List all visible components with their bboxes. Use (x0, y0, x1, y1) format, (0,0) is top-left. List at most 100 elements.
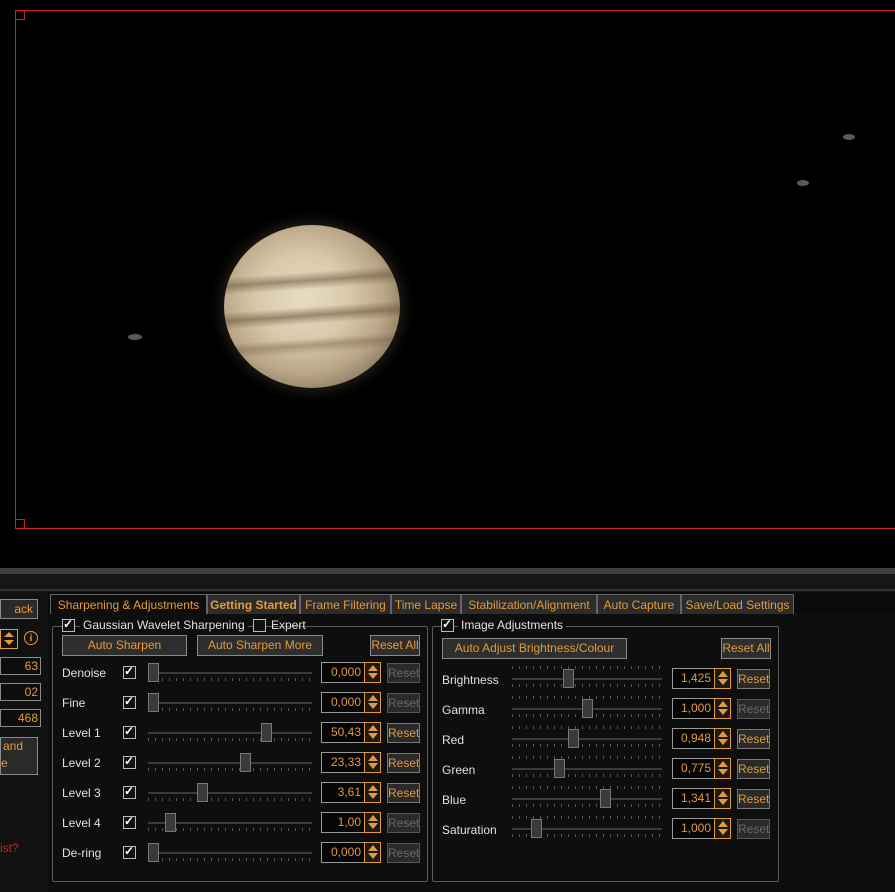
brightness-reset-button[interactable]: Reset (737, 669, 770, 689)
value-field-1[interactable]: 63 (0, 657, 41, 675)
level-4-slider-thumb[interactable] (164, 813, 176, 832)
help-link[interactable]: ist? (0, 841, 19, 855)
level-1-spin-icon[interactable] (364, 722, 381, 743)
info-icon[interactable]: i (24, 631, 38, 645)
level-1-value-field[interactable]: 50,43 (321, 722, 366, 743)
level-3-value-field[interactable]: 3,61 (321, 782, 366, 803)
saturation-reset-button[interactable]: Reset (737, 819, 770, 839)
red-slider-track (512, 738, 662, 740)
level-2-checkbox[interactable] (123, 754, 136, 769)
green-reset-button[interactable]: Reset (737, 759, 770, 779)
tab-getting-started[interactable]: Getting Started (207, 594, 300, 615)
value-field-2[interactable]: 02 (0, 683, 41, 701)
level-4-checkbox[interactable] (123, 814, 136, 829)
image-adjustments-checkbox[interactable] (441, 617, 454, 632)
level-2-slider-thumb[interactable] (239, 753, 251, 772)
blue-slider[interactable] (512, 786, 662, 808)
brightness-spin-icon[interactable] (714, 668, 731, 689)
denoise-value-field[interactable]: 0,000 (321, 662, 366, 683)
tab-frame-filtering[interactable]: Frame Filtering (300, 594, 391, 615)
saturation-slider[interactable] (512, 816, 662, 838)
level-2-slider[interactable] (148, 753, 312, 772)
level-4-reset-button[interactable]: Reset (387, 813, 420, 833)
value-field-3[interactable]: 468 (0, 709, 41, 727)
auto-adjust-button[interactable]: Auto Adjust Brightness/Colour (442, 638, 627, 659)
green-slider[interactable] (512, 756, 662, 778)
spin-arrows-icon[interactable] (0, 629, 18, 649)
tab-save-load-settings[interactable]: Save/Load Settings (681, 594, 794, 615)
band-button[interactable]: and e (0, 737, 38, 775)
gamma-spin-icon[interactable] (714, 698, 731, 719)
red-slider-thumb[interactable] (567, 729, 579, 748)
level-4-value-field[interactable]: 1,00 (321, 812, 366, 833)
denoise-reset-button[interactable]: Reset (387, 663, 420, 683)
de-ring-reset-button[interactable]: Reset (387, 843, 420, 863)
expert-checkbox[interactable] (253, 619, 266, 632)
roi-selection-rectangle[interactable] (15, 10, 895, 529)
level-4-slider[interactable] (148, 813, 312, 832)
level-1-checkbox[interactable] (123, 724, 136, 739)
gamma-slider[interactable] (512, 696, 662, 718)
level-1-reset-button[interactable]: Reset (387, 723, 420, 743)
gamma-reset-button[interactable]: Reset (737, 699, 770, 719)
denoise-checkbox[interactable] (123, 664, 136, 679)
tab-time-lapse[interactable]: Time Lapse (391, 594, 461, 615)
gamma-slider-thumb[interactable] (581, 699, 593, 718)
de-ring-slider-thumb[interactable] (148, 843, 159, 862)
tab-sharpening-adjustments[interactable]: Sharpening & Adjustments (50, 594, 207, 615)
green-value-field[interactable]: 0,775 (672, 758, 716, 779)
brightness-slider[interactable] (512, 666, 662, 688)
level-1-slider-thumb[interactable] (261, 723, 273, 742)
level-3-slider[interactable] (148, 783, 312, 802)
blue-slider-thumb[interactable] (599, 789, 611, 808)
adjustments-reset-all-button[interactable]: Reset All (721, 638, 771, 659)
red-spin-icon[interactable] (714, 728, 731, 749)
denoise-spin-icon[interactable] (364, 662, 381, 683)
level-3-spin-icon[interactable] (364, 782, 381, 803)
brightness-slider-thumb[interactable] (563, 669, 575, 688)
level-2-spin-icon[interactable] (364, 752, 381, 773)
level-3-reset-button[interactable]: Reset (387, 783, 420, 803)
brightness-value-field[interactable]: 1,425 (672, 668, 716, 689)
fine-reset-button[interactable]: Reset (387, 693, 420, 713)
fine-checkbox[interactable] (123, 694, 136, 709)
de-ring-spin-icon[interactable] (364, 842, 381, 863)
red-slider[interactable] (512, 726, 662, 748)
denoise-slider-thumb[interactable] (148, 663, 159, 682)
tab-auto-capture[interactable]: Auto Capture (597, 594, 681, 615)
level-3-slider-thumb[interactable] (196, 783, 208, 802)
level-1-slider[interactable] (148, 723, 312, 742)
image-viewer[interactable] (0, 0, 895, 568)
back-button[interactable]: ack (0, 599, 38, 619)
gaussian-sharpening-checkbox[interactable] (62, 617, 75, 632)
sharpening-reset-all-button[interactable]: Reset All (370, 635, 420, 656)
level-3-checkbox[interactable] (123, 784, 136, 799)
de-ring-checkbox[interactable] (123, 844, 136, 859)
auto-sharpen-button[interactable]: Auto Sharpen (62, 635, 187, 656)
level-2-reset-button[interactable]: Reset (387, 753, 420, 773)
auto-sharpen-more-button[interactable]: Auto Sharpen More (197, 635, 323, 656)
red-value-field[interactable]: 0,948 (672, 728, 716, 749)
gamma-value-field[interactable]: 1,000 (672, 698, 716, 719)
blue-reset-button[interactable]: Reset (737, 789, 770, 809)
de-ring-value-field[interactable]: 0,000 (321, 842, 366, 863)
saturation-slider-thumb[interactable] (531, 819, 543, 838)
fine-value-field[interactable]: 0,000 (321, 692, 366, 713)
green-slider-thumb[interactable] (553, 759, 565, 778)
saturation-value-field[interactable]: 1,000 (672, 818, 716, 839)
denoise-slider[interactable] (148, 663, 312, 682)
roi-handle-top-left[interactable] (15, 10, 25, 20)
fine-spin-icon[interactable] (364, 692, 381, 713)
red-reset-button[interactable]: Reset (737, 729, 770, 749)
de-ring-slider[interactable] (148, 843, 312, 862)
saturation-spin-icon[interactable] (714, 818, 731, 839)
blue-value-field[interactable]: 1,341 (672, 788, 716, 809)
blue-spin-icon[interactable] (714, 788, 731, 809)
green-spin-icon[interactable] (714, 758, 731, 779)
tab-stabilization-alignment[interactable]: Stabilization/Alignment (461, 594, 597, 615)
level-4-spin-icon[interactable] (364, 812, 381, 833)
fine-slider-thumb[interactable] (148, 693, 159, 712)
fine-slider[interactable] (148, 693, 312, 712)
roi-handle-bottom-left[interactable] (15, 519, 25, 529)
level-2-value-field[interactable]: 23,33 (321, 752, 366, 773)
